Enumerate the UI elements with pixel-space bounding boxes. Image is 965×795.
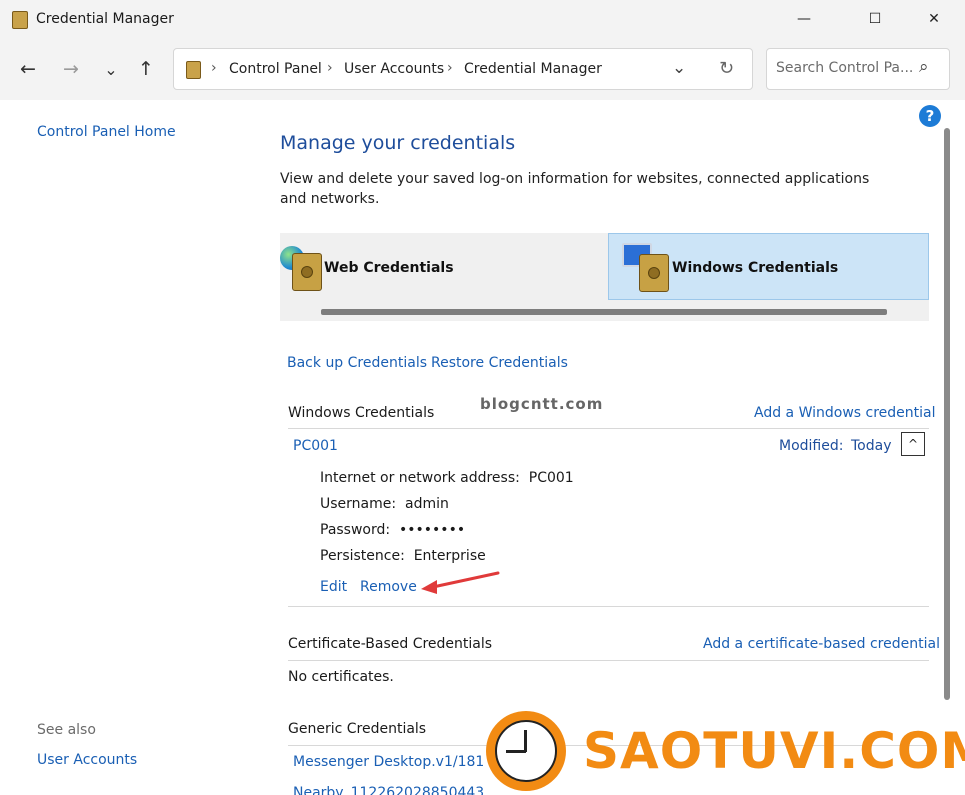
up-button[interactable]: ↑ bbox=[132, 55, 160, 83]
windows-credentials-heading: Windows Credentials bbox=[288, 405, 435, 421]
maximize-button[interactable]: ☐ bbox=[852, 0, 898, 38]
window-title: Credential Manager bbox=[36, 11, 174, 27]
page-description: View and delete your saved log-on inform… bbox=[280, 171, 870, 207]
persistence-value: Enterprise bbox=[413, 548, 486, 564]
clock-logo-icon bbox=[486, 711, 566, 791]
credential-entry-name[interactable]: PC001 bbox=[293, 438, 338, 454]
refresh-icon[interactable]: ↻ bbox=[719, 58, 734, 79]
no-certificates-text: No certificates. bbox=[288, 669, 394, 685]
credential-tabs: Web Credentials Windows Credentials bbox=[280, 233, 929, 321]
search-box[interactable]: ⌕ bbox=[766, 48, 950, 90]
annotation-arrow bbox=[421, 571, 500, 594]
address-bar[interactable]: › Control Panel › User Accounts › Creden… bbox=[173, 48, 753, 90]
tab-windows-credentials[interactable]: Windows Credentials bbox=[608, 233, 929, 300]
modified-value: Today bbox=[851, 438, 892, 454]
certificate-credentials-heading: Certificate-Based Credentials bbox=[288, 636, 493, 652]
breadcrumb-user-accounts[interactable]: User Accounts bbox=[344, 61, 444, 77]
section-divider bbox=[288, 660, 929, 661]
recent-locations-button[interactable]: ⌄ bbox=[97, 55, 125, 83]
page-title: Manage your credentials bbox=[280, 132, 516, 154]
breadcrumb-credential-manager[interactable]: Credential Manager bbox=[464, 61, 602, 77]
edit-link[interactable]: Edit bbox=[320, 579, 347, 595]
generic-credentials-heading: Generic Credentials bbox=[288, 721, 427, 737]
username-label: Username: bbox=[320, 496, 397, 512]
forward-button[interactable]: → bbox=[57, 55, 85, 83]
tab-web-label: Web Credentials bbox=[324, 260, 454, 276]
breadcrumb-separator: › bbox=[327, 60, 333, 76]
help-icon[interactable]: ? bbox=[919, 105, 941, 127]
address-dropdown-icon[interactable]: ⌄ bbox=[672, 58, 686, 78]
section-divider bbox=[288, 428, 929, 429]
search-input[interactable] bbox=[776, 60, 916, 76]
vault-icon bbox=[639, 254, 669, 292]
minimize-button[interactable]: — bbox=[781, 0, 827, 38]
password-label: Password: bbox=[320, 522, 391, 538]
breadcrumb-separator: › bbox=[211, 60, 217, 76]
credential-manager-icon bbox=[12, 11, 28, 29]
address-label: Internet or network address: bbox=[320, 470, 520, 486]
username-field: Username: admin bbox=[320, 496, 449, 512]
search-icon[interactable]: ⌕ bbox=[919, 57, 929, 77]
add-windows-credential-link[interactable]: Add a Windows credential bbox=[754, 405, 936, 421]
persistence-field: Persistence: Enterprise bbox=[320, 548, 486, 564]
modified-label: Modified: bbox=[779, 438, 844, 454]
back-button[interactable]: ← bbox=[14, 55, 42, 83]
control-panel-home-link[interactable]: Control Panel Home bbox=[37, 124, 176, 140]
scrollbar-thumb[interactable] bbox=[944, 128, 950, 700]
saotuvi-logo-text: SAOTUVI.COM bbox=[583, 722, 965, 780]
address-field: Internet or network address: PC001 bbox=[320, 470, 574, 486]
breadcrumb-control-panel[interactable]: Control Panel bbox=[229, 61, 322, 77]
vault-icon bbox=[292, 253, 322, 291]
address-value: PC001 bbox=[528, 470, 574, 486]
breadcrumb-separator: › bbox=[447, 60, 453, 76]
section-divider bbox=[288, 606, 929, 607]
collapse-chevron-icon[interactable]: ^ bbox=[901, 432, 925, 456]
username-value: admin bbox=[405, 496, 449, 512]
persistence-label: Persistence: bbox=[320, 548, 405, 564]
add-certificate-credential-link[interactable]: Add a certificate-based credential bbox=[703, 636, 940, 652]
restore-credentials-link[interactable]: Restore Credentials bbox=[431, 355, 568, 371]
remove-link[interactable]: Remove bbox=[360, 579, 417, 595]
watermark-text: blogcntt.com bbox=[480, 395, 604, 413]
tab-windows-label: Windows Credentials bbox=[672, 260, 839, 276]
password-field: Password: •••••••• bbox=[320, 522, 465, 538]
title-bar: Credential Manager — ☐ ✕ bbox=[0, 0, 965, 38]
close-button[interactable]: ✕ bbox=[911, 0, 957, 38]
generic-credential-item[interactable]: Messenger Desktop.v1/1814 bbox=[293, 754, 483, 770]
back-up-credentials-link[interactable]: Back up Credentials bbox=[287, 355, 427, 371]
see-also-label: See also bbox=[37, 722, 96, 738]
tab-web-credentials[interactable]: Web Credentials bbox=[280, 233, 608, 300]
generic-credential-item[interactable]: Nearby_11226202885044351 bbox=[293, 785, 483, 795]
control-panel-icon bbox=[186, 61, 201, 79]
password-value: •••••••• bbox=[399, 522, 466, 538]
user-accounts-link[interactable]: User Accounts bbox=[37, 752, 137, 768]
tab-scroll-bar bbox=[321, 309, 887, 315]
